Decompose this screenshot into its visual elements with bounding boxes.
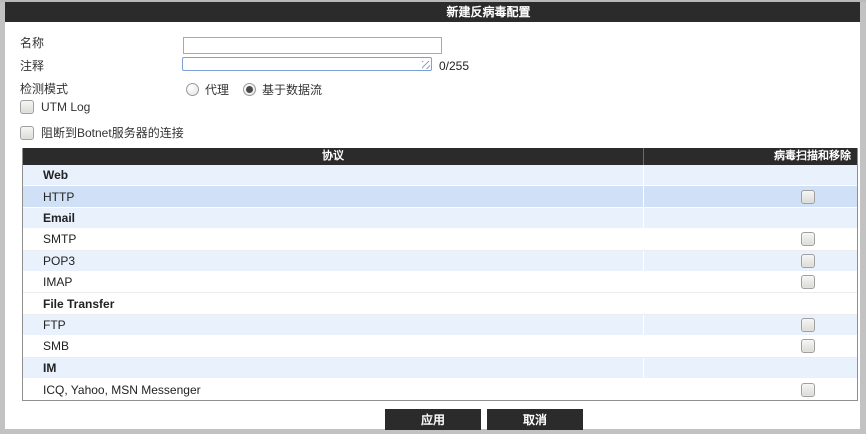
table-row: Web [23,165,857,187]
comment-input[interactable] [182,57,432,71]
table-row: File Transfer [23,293,857,315]
virus-scan-checkbox[interactable] [801,189,815,204]
radio-proxy-label: 代理 [205,83,230,97]
protocol-cell: IMAP [43,275,73,290]
protocol-cell: Email [43,210,76,225]
name-label: 名称 [20,36,45,50]
apply-button[interactable]: 应用 [385,409,481,430]
comment-field-wrap [182,57,432,71]
virus-scan-cell [643,250,857,271]
virus-scan-checkbox[interactable] [801,275,815,290]
virus-scan-cell [643,357,857,378]
table-header: 协议 病毒扫描和移除 [23,148,857,165]
radio-flow-based[interactable] [243,83,257,96]
table-row: SMB [23,336,857,358]
virus-scan-cell [643,186,857,207]
table-row: IM [23,357,857,379]
table-row: Email [23,207,857,230]
virus-scan-checkbox[interactable] [801,382,815,397]
protocol-cell: SMB [43,339,70,354]
comment-label: 注释 [20,59,45,73]
virus-scan-cell [643,378,857,401]
block-botnet-checkbox[interactable] [20,125,34,140]
table-row: ICQ, Yahoo, MSN Messenger [23,378,857,401]
virus-scan-cell [643,293,857,314]
radio-flow-based-label: 基于数据流 [262,83,323,97]
protocol-cell: SMTP [43,232,77,247]
protocol-cell: FTP [43,317,66,332]
utm-log-option: UTM Log [20,100,90,114]
protocol-cell: Web [43,168,69,183]
comment-counter: 0/255 [439,59,470,73]
protocol-cell: IM [43,360,57,375]
virus-scan-checkbox[interactable] [801,253,815,268]
virus-scan-cell [643,336,857,357]
table-row: SMTP [23,229,857,251]
table-row: IMAP [23,271,857,294]
detection-mode-group: 代理 基于数据流 [186,81,330,98]
utm-log-label: UTM Log [41,100,91,114]
table-row: FTP [23,314,857,337]
virus-scan-column-header: 病毒扫描和移除 [774,150,851,162]
block-botnet-label: 阻断到Botnet服务器的连接 [41,126,184,140]
protocol-cell: File Transfer [43,296,115,311]
cancel-button[interactable]: 取消 [487,409,583,430]
table-body: Web HTTP Email SMTP POP3 IMAP File Transfer FTP… [23,165,857,401]
dialog-titlebar: 新建反病毒配置 [5,2,860,22]
virus-scan-cell [643,314,857,336]
virus-scan-cell [643,271,857,293]
table-row: POP3 [23,250,857,272]
virus-scan-cell [643,229,857,250]
virus-scan-checkbox[interactable] [801,339,815,354]
table-row: HTTP [23,186,857,208]
protocol-cell: ICQ, Yahoo, MSN Messenger [43,382,201,397]
virus-scan-checkbox[interactable] [801,317,815,332]
button-bar: 应用 取消 [385,409,583,430]
protocol-cell: POP3 [43,253,76,268]
detection-mode-label: 检测模式 [20,82,69,96]
virus-scan-cell [643,207,857,229]
block-botnet-option: 阻断到Botnet服务器的连接 [20,124,184,141]
utm-log-checkbox[interactable] [20,100,34,114]
protocol-column-header: 协议 [23,148,644,165]
virus-scan-checkbox[interactable] [801,232,815,247]
radio-proxy[interactable] [186,83,199,96]
virus-scan-cell [643,165,857,186]
protocol-table: 协议 病毒扫描和移除 Web HTTP Email SMTP POP3 IMAP File … [22,148,858,402]
dialog-title: 新建反病毒配置 [446,5,531,19]
name-input[interactable] [183,37,442,54]
protocol-cell: HTTP [43,189,75,204]
